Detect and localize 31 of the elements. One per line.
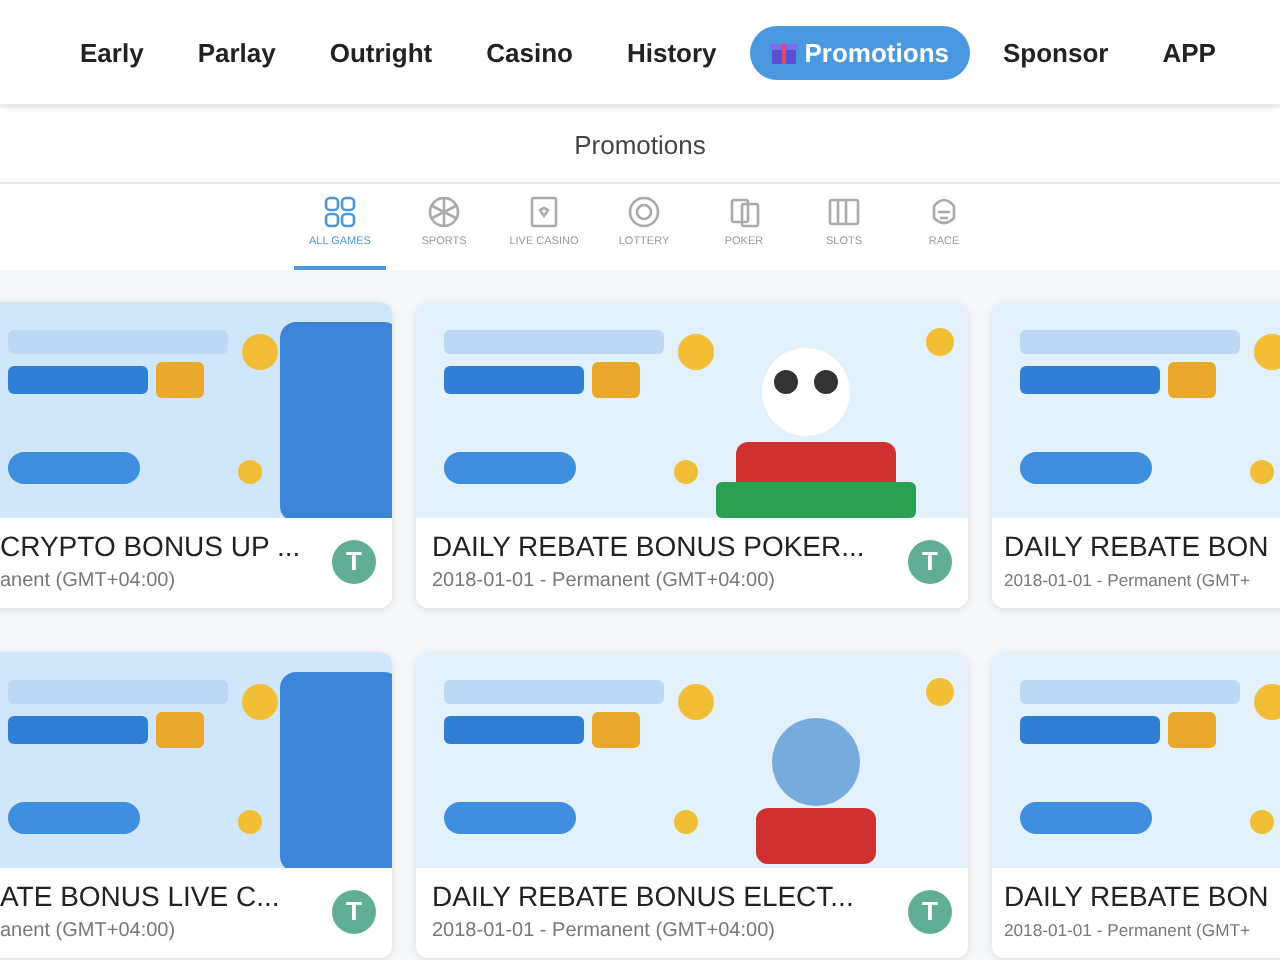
gift-icon: [770, 38, 799, 66]
promotion-title[interactable]: ATE BONUS LIVE C...: [0, 880, 320, 912]
cards-icon: [726, 194, 762, 230]
provider-badge: T: [332, 889, 376, 933]
promotion-title[interactable]: DAILY REBATE BON: [1004, 530, 1280, 562]
coin-icon: [626, 194, 662, 230]
nav-tab[interactable]: Sponsor: [983, 25, 1129, 79]
promotion-title[interactable]: DAILY REBATE BON: [1004, 880, 1280, 912]
slot-machine-icon: [826, 194, 862, 230]
promotion-period: 2018-01-01 - Permanent (GMT+04:00): [432, 920, 777, 942]
promotion-period: anent (GMT+04:00): [0, 570, 178, 592]
promotion-title[interactable]: DAILY REBATE BONUS POKER...: [432, 530, 896, 562]
provider-badge: T: [908, 539, 952, 583]
promotion-period: 2018-01-01 - Permanent (GMT+04:00): [432, 570, 777, 592]
nav-tab[interactable]: Casino: [466, 25, 593, 79]
nav-tab[interactable]: Outright: [309, 25, 453, 79]
nav-tab[interactable]: Early: [60, 25, 164, 79]
nav-tab[interactable]: APP: [1142, 25, 1236, 79]
nav-tab[interactable]: History: [606, 25, 737, 79]
promotion-title[interactable]: DAILY REBATE BONUS ELECT...: [432, 880, 896, 912]
provider-badge: T: [908, 889, 952, 933]
promotion-title[interactable]: CRYPTO BONUS UP ...: [0, 530, 320, 562]
provider-badge: T: [332, 539, 376, 583]
promotion-period: anent (GMT+04:00): [0, 920, 178, 942]
promotion-period: 2018-01-01 - Permanent (GMT+: [1004, 920, 1252, 940]
nav-tab[interactable]: Parlay: [177, 25, 296, 79]
promotion-period: 2018-01-01 - Permanent (GMT+: [1004, 570, 1252, 590]
ball-icon: [426, 194, 462, 230]
grid-icon: [322, 194, 358, 230]
card-icon: [526, 194, 562, 230]
page-title: Promotions: [574, 130, 706, 160]
